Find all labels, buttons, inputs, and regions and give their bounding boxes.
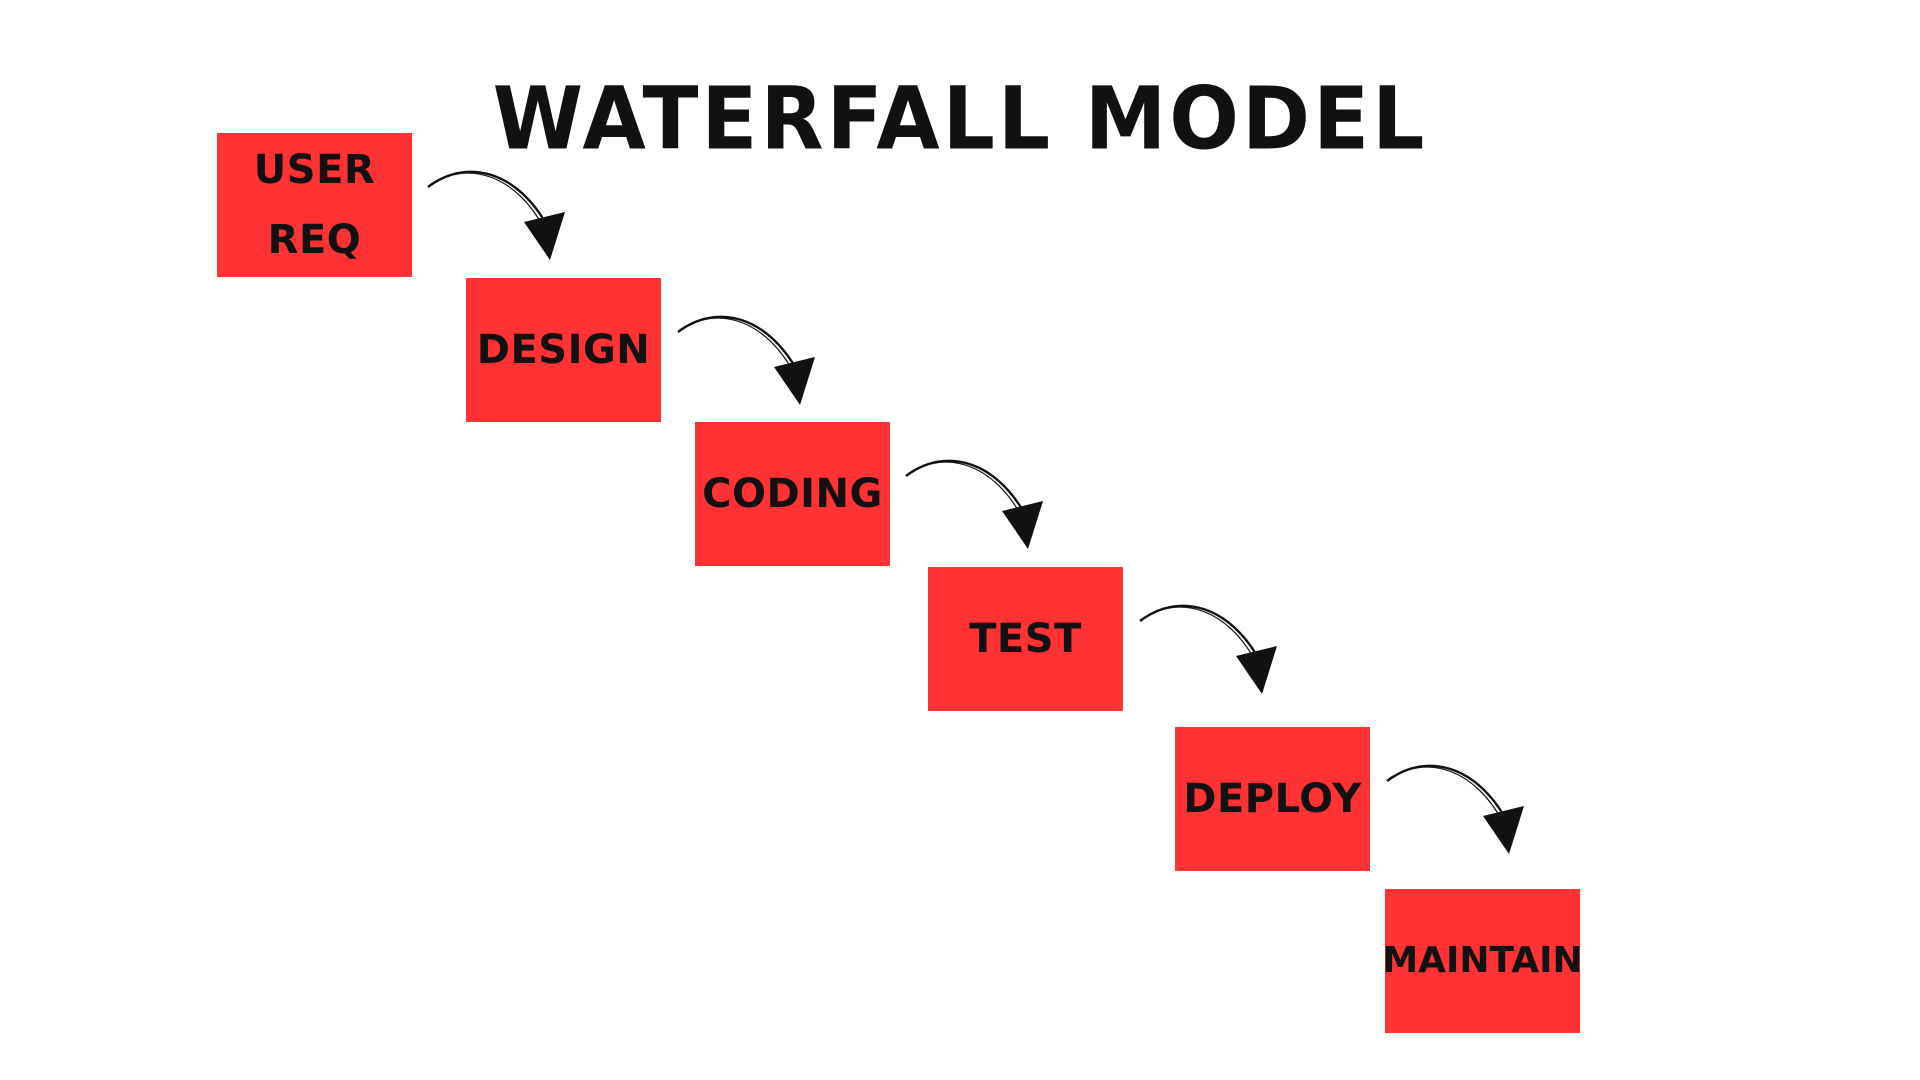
curved-arrow-icon: [1386, 764, 1524, 854]
step-label: DEPLOY: [1183, 776, 1362, 822]
step-design: DESIGN: [466, 278, 661, 422]
curved-arrow-icon: [1139, 604, 1277, 694]
step-label: DESIGN: [476, 327, 651, 373]
curved-arrow-icon: [905, 459, 1043, 549]
curved-arrow-icon: [427, 170, 565, 260]
step-label: TEST: [969, 616, 1082, 662]
step-label: USER REQ: [253, 147, 376, 263]
curved-arrow-icon: [677, 315, 815, 405]
step-deploy: DEPLOY: [1175, 727, 1370, 871]
step-label: CODING: [702, 471, 883, 517]
step-label: MAINTAIN: [1382, 940, 1583, 981]
step-user-req: USER REQ: [217, 133, 412, 277]
step-coding: CODING: [695, 422, 890, 566]
step-test: TEST: [928, 567, 1123, 711]
step-maintain: MAINTAIN: [1382, 889, 1583, 1033]
